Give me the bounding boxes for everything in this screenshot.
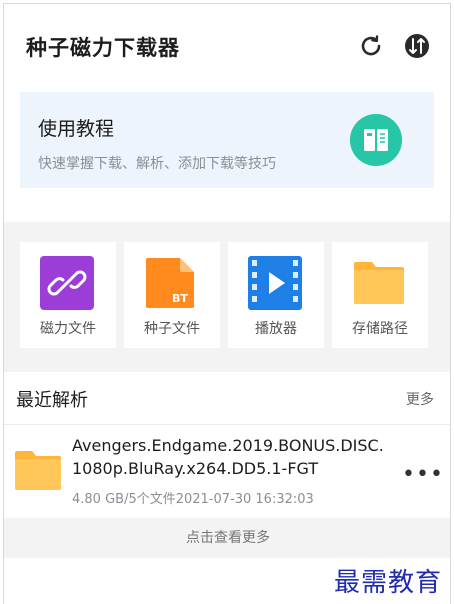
bt-file-icon: BT: [146, 258, 194, 308]
refresh-icon[interactable]: [356, 31, 386, 61]
tile-storage[interactable]: 存储路径: [332, 242, 428, 348]
app-title: 种子磁力下载器: [26, 36, 180, 60]
recent-title: 最近解析: [16, 390, 88, 411]
tile-label: 存储路径: [352, 321, 408, 337]
watermark: 最需教育: [334, 568, 443, 598]
recent-section: 最近解析 更多 Avengers.Endgame.2019.BONUS.DISC…: [4, 372, 450, 522]
tutorial-card[interactable]: 使用教程 快速掌握下载、解析、添加下载等技巧: [20, 92, 434, 188]
tile-torrent[interactable]: BT 种子文件: [124, 242, 220, 348]
tile-label: 种子文件: [144, 321, 200, 337]
folder-icon: [354, 262, 404, 304]
recent-more-link[interactable]: 更多: [406, 389, 434, 409]
bt-badge: BT: [172, 292, 188, 305]
tile-magnet[interactable]: 磁力文件: [20, 242, 116, 348]
tile-label: 播放器: [255, 321, 297, 337]
speed-icon[interactable]: [402, 31, 432, 61]
tutorial-title: 使用教程: [38, 118, 115, 140]
file-name-line2: 1080p.BluRay.x264.DD5.1-FGT: [72, 459, 319, 478]
tile-label: 磁力文件: [40, 321, 96, 337]
file-name-line1: Avengers.Endgame.2019.BONUS.DISC.: [72, 436, 384, 455]
recent-file-name[interactable]: Avengers.Endgame.2019.BONUS.DISC. 1080p.…: [72, 434, 392, 480]
book-icon: [350, 114, 402, 166]
tutorial-subtitle: 快速掌握下载、解析、添加下载等技巧: [38, 156, 276, 172]
recent-file-meta: 4.80 GB/5个文件2021-07-30 16:32:03: [72, 492, 314, 507]
divider: [4, 424, 450, 425]
view-more-button[interactable]: 点击查看更多: [4, 518, 450, 558]
folder-icon: [15, 451, 61, 490]
video-player-icon: [248, 256, 302, 310]
header: 种子磁力下载器: [4, 4, 450, 92]
more-options-icon[interactable]: •••: [402, 462, 444, 487]
tile-player[interactable]: 播放器: [228, 242, 324, 348]
magnet-link-icon: [40, 256, 94, 310]
app-frame: 种子磁力下载器 使用教程 快速掌握下载、解析、添加下载等技巧 磁力文件 BT 种…: [3, 3, 451, 604]
